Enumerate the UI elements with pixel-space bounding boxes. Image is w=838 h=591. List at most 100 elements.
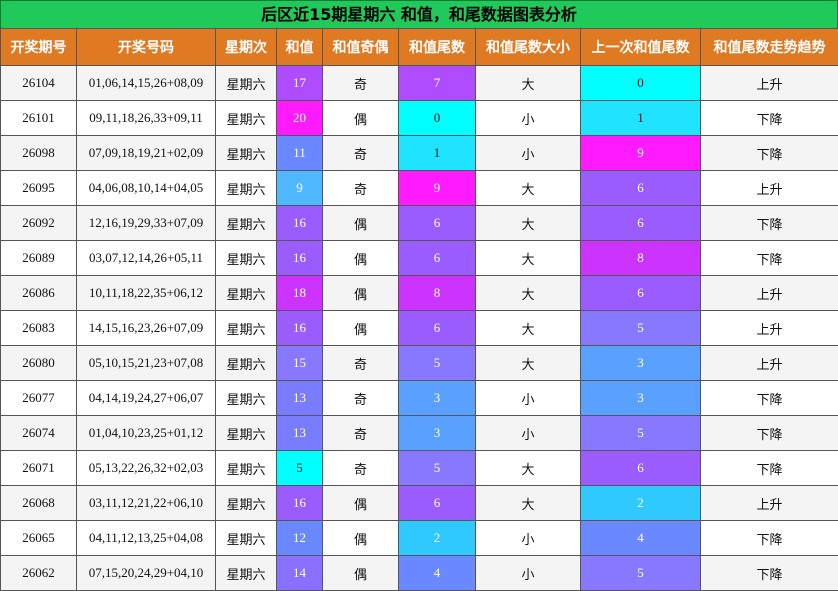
table-body: 2610401,06,14,15,26+08,09星期六17奇7大0上升2610… bbox=[1, 66, 838, 591]
table-row: 2606207,15,20,24,29+04,10星期六14偶4小5下降 bbox=[1, 556, 838, 591]
cell-tail-size: 大 bbox=[476, 451, 581, 486]
header-tail: 和值尾数 bbox=[399, 29, 476, 66]
cell-period: 26101 bbox=[1, 101, 77, 136]
cell-tail-size: 小 bbox=[476, 101, 581, 136]
cell-period: 26095 bbox=[1, 171, 77, 206]
table-row: 2606504,11,12,13,25+04,08星期六12偶2小4下降 bbox=[1, 521, 838, 556]
cell-prev-tail: 6 bbox=[581, 276, 701, 311]
cell-tail-size: 小 bbox=[476, 521, 581, 556]
cell-trend: 下降 bbox=[701, 136, 838, 171]
table-row: 2607401,04,10,23,25+01,12星期六13奇3小5下降 bbox=[1, 416, 838, 451]
cell-sum: 16 bbox=[277, 206, 323, 241]
cell-tail: 0 bbox=[399, 101, 476, 136]
cell-numbers: 05,13,22,26,32+02,03 bbox=[77, 451, 216, 486]
cell-parity: 偶 bbox=[323, 206, 399, 241]
cell-numbers: 10,11,18,22,35+06,12 bbox=[77, 276, 216, 311]
cell-numbers: 03,11,12,21,22+06,10 bbox=[77, 486, 216, 521]
cell-tail: 7 bbox=[399, 66, 476, 101]
header-numbers: 开奖号码 bbox=[77, 29, 216, 66]
cell-tail: 6 bbox=[399, 206, 476, 241]
cell-tail: 6 bbox=[399, 311, 476, 346]
cell-trend: 上升 bbox=[701, 276, 838, 311]
cell-weekday: 星期六 bbox=[216, 241, 277, 276]
cell-trend: 下降 bbox=[701, 241, 838, 276]
cell-parity: 偶 bbox=[323, 556, 399, 591]
cell-parity: 偶 bbox=[323, 101, 399, 136]
cell-period: 26062 bbox=[1, 556, 77, 591]
cell-trend: 上升 bbox=[701, 486, 838, 521]
cell-sum: 15 bbox=[277, 346, 323, 381]
cell-tail-size: 大 bbox=[476, 276, 581, 311]
cell-numbers: 07,09,18,19,21+02,09 bbox=[77, 136, 216, 171]
cell-tail-size: 大 bbox=[476, 241, 581, 276]
cell-tail-size: 小 bbox=[476, 416, 581, 451]
cell-sum: 12 bbox=[277, 521, 323, 556]
header-period: 开奖期号 bbox=[1, 29, 77, 66]
cell-tail: 5 bbox=[399, 346, 476, 381]
cell-period: 26080 bbox=[1, 346, 77, 381]
cell-parity: 偶 bbox=[323, 521, 399, 556]
cell-weekday: 星期六 bbox=[216, 101, 277, 136]
cell-prev-tail: 5 bbox=[581, 311, 701, 346]
cell-trend: 上升 bbox=[701, 66, 838, 101]
cell-trend: 下降 bbox=[701, 101, 838, 136]
cell-tail-size: 大 bbox=[476, 171, 581, 206]
cell-weekday: 星期六 bbox=[216, 66, 277, 101]
sum-tail-table: 开奖期号 开奖号码 星期次 和值 和值奇偶 和值尾数 和值尾数大小 上一次和值尾… bbox=[0, 28, 838, 591]
cell-tail: 4 bbox=[399, 556, 476, 591]
cell-tail-size: 小 bbox=[476, 381, 581, 416]
cell-trend: 下降 bbox=[701, 381, 838, 416]
table-row: 2606803,11,12,21,22+06,10星期六16偶6大2上升 bbox=[1, 486, 838, 521]
cell-sum: 20 bbox=[277, 101, 323, 136]
cell-sum: 13 bbox=[277, 416, 323, 451]
cell-numbers: 12,16,19,29,33+07,09 bbox=[77, 206, 216, 241]
cell-tail: 3 bbox=[399, 416, 476, 451]
cell-numbers: 09,11,18,26,33+09,11 bbox=[77, 101, 216, 136]
cell-period: 26083 bbox=[1, 311, 77, 346]
cell-prev-tail: 3 bbox=[581, 381, 701, 416]
cell-parity: 偶 bbox=[323, 311, 399, 346]
cell-tail-size: 大 bbox=[476, 486, 581, 521]
cell-tail: 6 bbox=[399, 486, 476, 521]
header-prev-tail: 上一次和值尾数 bbox=[581, 29, 701, 66]
cell-sum: 13 bbox=[277, 381, 323, 416]
cell-tail: 3 bbox=[399, 381, 476, 416]
cell-period: 26074 bbox=[1, 416, 77, 451]
header-weekday: 星期次 bbox=[216, 29, 277, 66]
cell-prev-tail: 0 bbox=[581, 66, 701, 101]
cell-period: 26089 bbox=[1, 241, 77, 276]
cell-weekday: 星期六 bbox=[216, 276, 277, 311]
cell-parity: 奇 bbox=[323, 416, 399, 451]
cell-tail: 6 bbox=[399, 241, 476, 276]
header-row: 开奖期号 开奖号码 星期次 和值 和值奇偶 和值尾数 和值尾数大小 上一次和值尾… bbox=[1, 29, 838, 66]
cell-tail-size: 大 bbox=[476, 311, 581, 346]
cell-tail: 2 bbox=[399, 521, 476, 556]
cell-numbers: 01,04,10,23,25+01,12 bbox=[77, 416, 216, 451]
cell-numbers: 04,06,08,10,14+04,05 bbox=[77, 171, 216, 206]
cell-numbers: 01,06,14,15,26+08,09 bbox=[77, 66, 216, 101]
cell-sum: 16 bbox=[277, 486, 323, 521]
cell-parity: 奇 bbox=[323, 171, 399, 206]
cell-period: 26077 bbox=[1, 381, 77, 416]
cell-period: 26098 bbox=[1, 136, 77, 171]
header-trend: 和值尾数走势趋势 bbox=[701, 29, 838, 66]
cell-prev-tail: 6 bbox=[581, 171, 701, 206]
cell-trend: 上升 bbox=[701, 346, 838, 381]
table-row: 2609504,06,08,10,14+04,05星期六9奇9大6上升 bbox=[1, 171, 838, 206]
cell-weekday: 星期六 bbox=[216, 451, 277, 486]
cell-sum: 16 bbox=[277, 241, 323, 276]
cell-weekday: 星期六 bbox=[216, 556, 277, 591]
cell-numbers: 05,10,15,21,23+07,08 bbox=[77, 346, 216, 381]
cell-parity: 奇 bbox=[323, 451, 399, 486]
cell-numbers: 03,07,12,14,26+05,11 bbox=[77, 241, 216, 276]
table-row: 2607704,14,19,24,27+06,07星期六13奇3小3下降 bbox=[1, 381, 838, 416]
cell-tail-size: 小 bbox=[476, 556, 581, 591]
cell-sum: 18 bbox=[277, 276, 323, 311]
cell-prev-tail: 6 bbox=[581, 451, 701, 486]
table-row: 2610401,06,14,15,26+08,09星期六17奇7大0上升 bbox=[1, 66, 838, 101]
cell-parity: 奇 bbox=[323, 346, 399, 381]
header-parity: 和值奇偶 bbox=[323, 29, 399, 66]
cell-weekday: 星期六 bbox=[216, 206, 277, 241]
cell-tail-size: 大 bbox=[476, 66, 581, 101]
cell-prev-tail: 5 bbox=[581, 556, 701, 591]
